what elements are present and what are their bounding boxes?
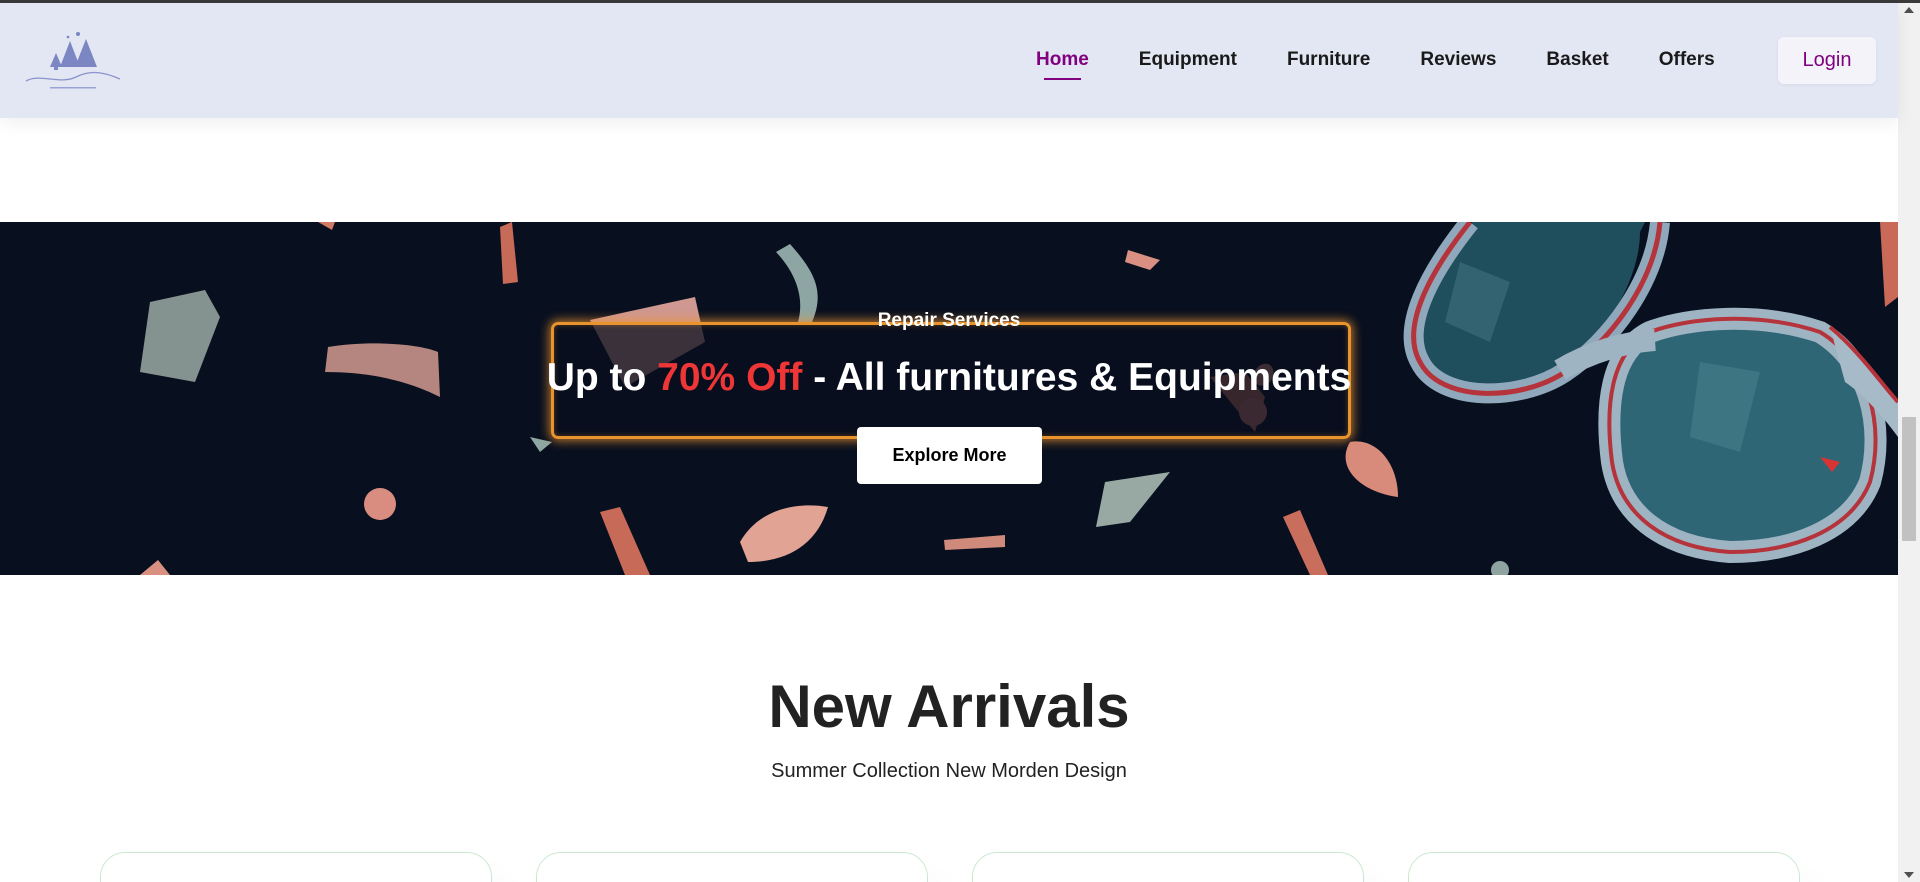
nav-reviews[interactable]: Reviews	[1420, 49, 1496, 71]
new-arrivals-subtitle: Summer Collection New Morden Design	[771, 760, 1127, 782]
company-logo[interactable]	[20, 27, 126, 93]
nav-equipment[interactable]: Equipment	[1139, 49, 1237, 71]
scrollbar-thumb[interactable]	[1902, 417, 1916, 541]
nav-basket[interactable]: Basket	[1546, 49, 1608, 71]
scroll-down-icon[interactable]	[1904, 872, 1914, 878]
nav-furniture[interactable]: Furniture	[1287, 49, 1370, 71]
banner-subtitle: Repair Services	[877, 310, 1021, 331]
main-nav: Home Equipment Furniture Reviews Basket …	[1036, 33, 1765, 87]
scroll-up-icon[interactable]	[1904, 7, 1914, 13]
offer-discount: 70% Off	[657, 356, 803, 399]
explore-more-button[interactable]: Explore More	[857, 427, 1042, 484]
nav-offers[interactable]: Offers	[1659, 49, 1715, 71]
product-card[interactable]	[972, 852, 1364, 882]
offer-headline: Up to 70% Off - All furnitures & Equipme…	[0, 356, 1898, 400]
site-header: Home Equipment Furniture Reviews Basket …	[0, 3, 1898, 118]
new-arrivals-title: New Arrivals	[768, 673, 1130, 740]
offer-prefix: Up to	[546, 356, 658, 399]
page-scrollbar[interactable]	[1898, 3, 1920, 882]
product-card[interactable]	[536, 852, 928, 882]
login-button[interactable]: Login	[1778, 37, 1876, 84]
nav-home[interactable]: Home	[1036, 49, 1089, 80]
offer-suffix: - All furnitures & Equipments	[802, 356, 1352, 399]
product-card[interactable]	[100, 852, 492, 882]
product-card[interactable]	[1408, 852, 1800, 882]
